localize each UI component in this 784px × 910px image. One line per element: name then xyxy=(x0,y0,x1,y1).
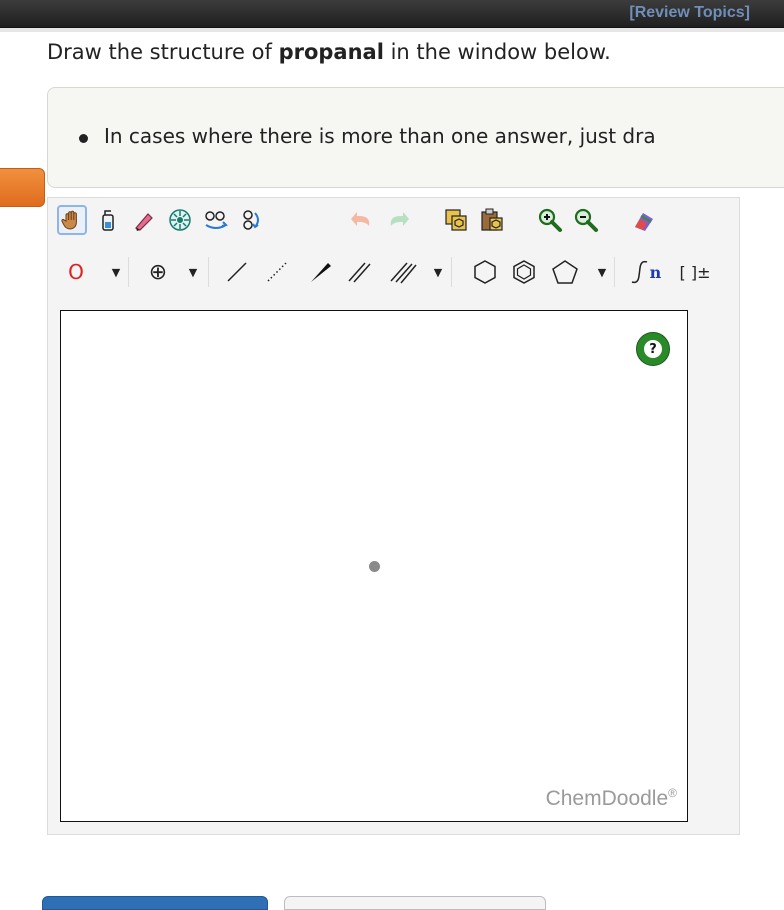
divider xyxy=(0,28,784,32)
top-bar: [Review Topics] xyxy=(0,0,784,28)
atom-o-icon[interactable]: O xyxy=(61,257,91,287)
paste-icon[interactable] xyxy=(477,205,507,235)
atom-dropdown-icon[interactable]: ▼ xyxy=(106,257,126,287)
divider xyxy=(208,257,209,287)
chemdoodle-logo: ChemDoodle® xyxy=(546,786,677,811)
hint-bullet: In cases where there is more than one an… xyxy=(79,124,656,148)
brand-mark: ® xyxy=(668,786,677,800)
help-button[interactable]: ? xyxy=(636,332,670,366)
bracket-charge-icon[interactable]: [ ]± xyxy=(674,257,716,287)
eraser-bottle-icon[interactable] xyxy=(93,205,123,235)
question-text: Draw the structure of propanal in the wi… xyxy=(47,40,611,64)
center-marker xyxy=(369,561,380,572)
submit-button[interactable] xyxy=(42,896,268,910)
divider xyxy=(128,257,129,287)
triple-bond-icon[interactable] xyxy=(388,257,418,287)
chain-n-label: n xyxy=(649,262,662,282)
double-bond-icon[interactable] xyxy=(344,257,374,287)
single-bond-icon[interactable] xyxy=(222,257,252,287)
wedge-bond-icon[interactable] xyxy=(305,257,335,287)
divider xyxy=(451,257,452,287)
help-question-icon: ? xyxy=(644,340,662,358)
zoom-in-icon[interactable] xyxy=(535,205,565,235)
question-prefix: Draw the structure of xyxy=(47,40,279,64)
bond-dropdown-icon[interactable]: ▼ xyxy=(428,257,448,287)
clean-icon[interactable] xyxy=(629,205,659,235)
rotate-icon[interactable] xyxy=(237,205,267,235)
divider xyxy=(614,257,615,287)
cyclohexane-icon[interactable] xyxy=(470,257,500,287)
pencil-eraser-icon[interactable] xyxy=(129,205,159,235)
chain-n-icon[interactable]: n xyxy=(628,257,664,287)
secondary-button[interactable] xyxy=(284,896,546,910)
question-suffix: in the window below. xyxy=(383,40,611,64)
undo-icon[interactable] xyxy=(347,205,377,235)
review-topics-link[interactable]: [Review Topics] xyxy=(629,4,750,22)
benzene-icon[interactable] xyxy=(509,257,539,287)
cyclopentane-icon[interactable] xyxy=(550,257,580,287)
charge-plus-icon[interactable]: ⊕ xyxy=(143,257,173,287)
zoom-out-icon[interactable] xyxy=(571,205,601,235)
hand-icon[interactable] xyxy=(57,205,87,235)
chemdoodle-sketcher: O ▼ ⊕ ▼ ▼ ▼ n [ ]± ? ChemDoodle® xyxy=(47,197,740,835)
compound-name: propanal xyxy=(278,40,384,64)
dashed-bond-icon[interactable] xyxy=(262,257,292,287)
flip-icon[interactable] xyxy=(201,205,231,235)
hint-box: In cases where there is more than one an… xyxy=(47,87,784,188)
ring-dropdown-icon[interactable]: ▼ xyxy=(592,257,612,287)
copy-icon[interactable] xyxy=(441,205,471,235)
charge-dropdown-icon[interactable]: ▼ xyxy=(183,257,203,287)
redo-icon[interactable] xyxy=(383,205,413,235)
center-icon[interactable] xyxy=(165,205,195,235)
drawing-canvas[interactable]: ? ChemDoodle® xyxy=(60,310,688,822)
brand-text: ChemDoodle xyxy=(545,787,669,810)
orange-tab-button[interactable] xyxy=(0,168,45,207)
